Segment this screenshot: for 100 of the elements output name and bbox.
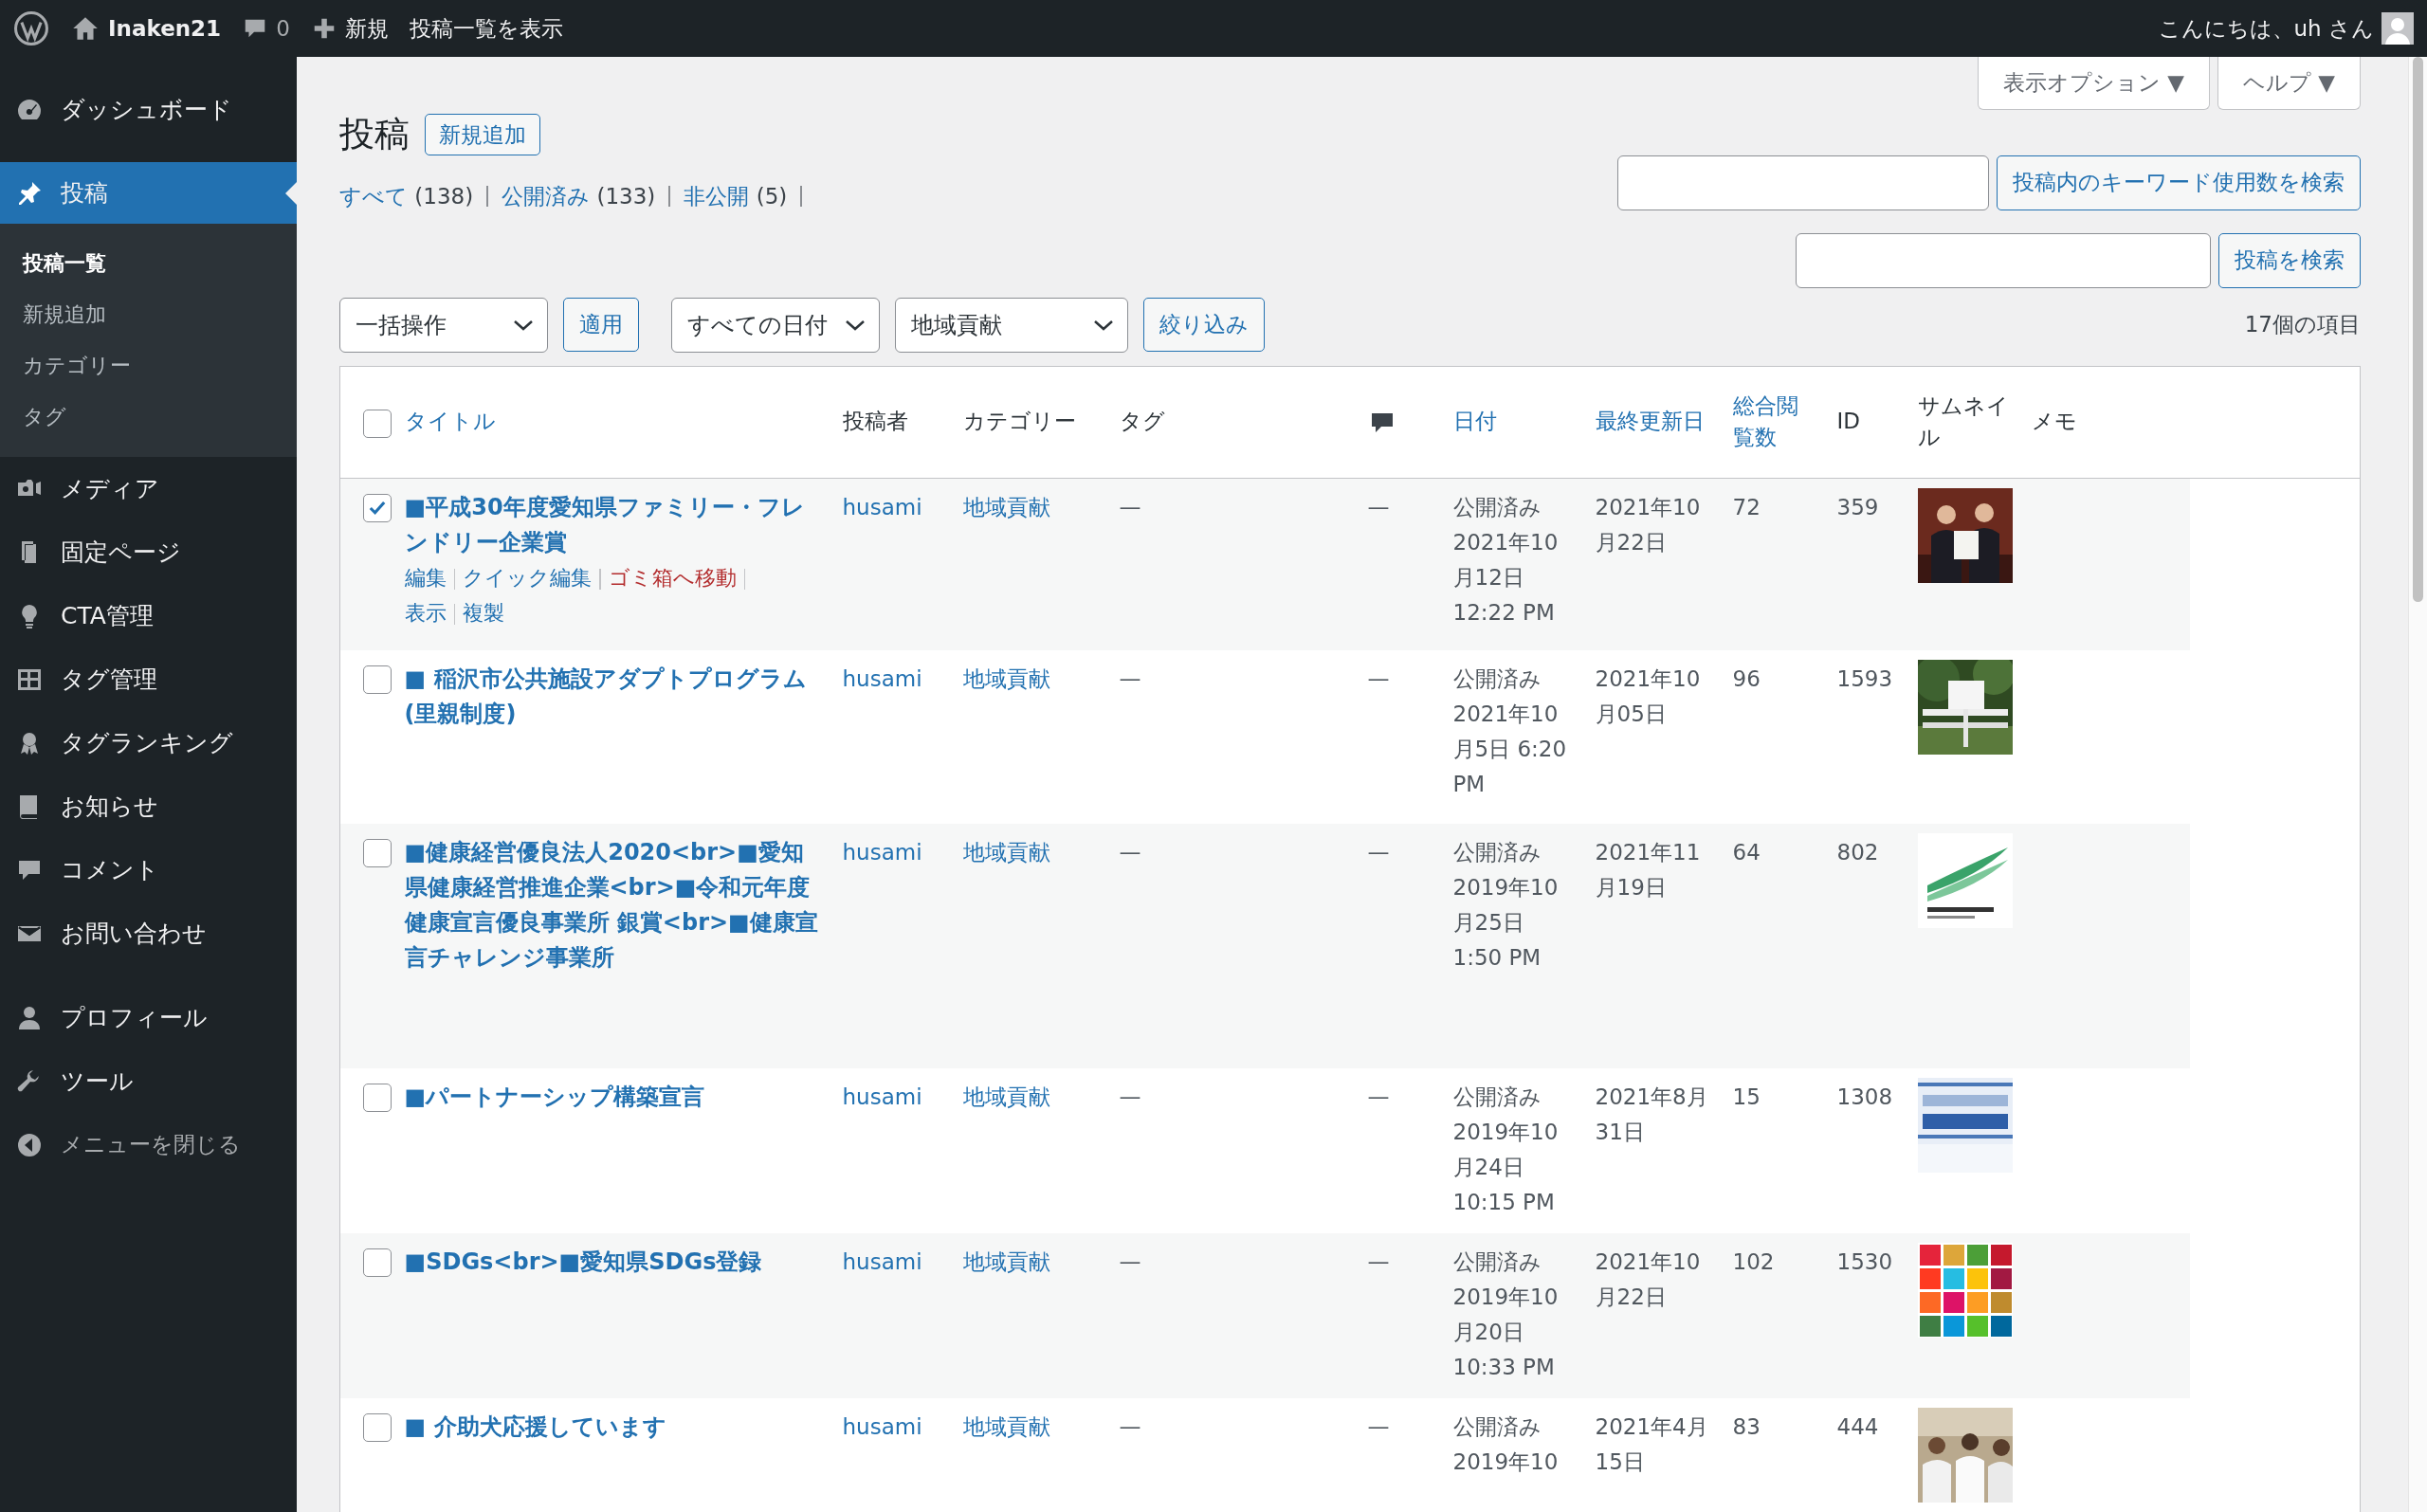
apply-button[interactable]: 適用 xyxy=(563,298,639,352)
menu-item[interactable]: お知らせ xyxy=(0,774,297,838)
post-title-link[interactable]: ■平成30年度愛知県ファミリー・フレンドリー企業賞 xyxy=(404,489,820,560)
category-link[interactable]: 地域貢献 xyxy=(962,1249,1050,1274)
screen-tab[interactable]: ヘルプ ▼ xyxy=(2217,57,2361,110)
table-cell: 444 xyxy=(1836,1414,1879,1439)
submenu-item[interactable]: 投稿一覧 xyxy=(0,237,297,288)
date-line: 月05日 xyxy=(1595,701,1668,728)
row-checkbox[interactable] xyxy=(363,493,392,522)
column-header: メモ xyxy=(2031,409,2077,434)
row-checkbox[interactable] xyxy=(363,665,392,694)
submenu-item[interactable]: 新規追加 xyxy=(0,288,297,339)
date-line: 公開済み xyxy=(1452,1084,1542,1111)
menu-item[interactable]: 投稿 xyxy=(0,162,297,224)
author-link[interactable]: husami xyxy=(842,1249,922,1274)
table-cell: 15 xyxy=(1732,1084,1761,1109)
menu-item[interactable]: ツール xyxy=(0,1049,297,1113)
row-checkbox[interactable] xyxy=(363,1084,392,1112)
author-link[interactable]: husami xyxy=(842,494,922,519)
screen-tab[interactable]: 表示オプション ▼ xyxy=(1978,57,2210,110)
author-link[interactable]: husami xyxy=(842,1084,922,1109)
date-line: 10:33 PM xyxy=(1452,1354,1556,1381)
view-filter[interactable]: 公開済み (133) xyxy=(502,180,656,213)
date-line: 2021年4月 xyxy=(1595,1413,1709,1441)
menu-item[interactable]: プロフィール xyxy=(0,986,297,1049)
chevron-icon xyxy=(1093,318,1114,332)
keyword-search-field[interactable] xyxy=(1617,155,1989,210)
category-filter-select[interactable]: 地域貢献 xyxy=(895,297,1128,353)
row-action-link[interactable]: 編集 xyxy=(404,565,447,590)
table-cell: 72 xyxy=(1732,494,1761,519)
menu-item[interactable]: タグ管理 xyxy=(0,647,297,711)
menu-item[interactable]: メニューを閉じる xyxy=(0,1113,297,1176)
menu-item[interactable]: ダッシュボード xyxy=(0,78,297,141)
scrollbar-thumb[interactable] xyxy=(2413,57,2423,602)
site-link[interactable]: Inaken21 xyxy=(108,11,222,46)
date-line: 2021年11 xyxy=(1595,839,1702,866)
date-line: 2021年10 xyxy=(1452,701,1560,728)
view-posts-link[interactable]: 投稿一覧を表示 xyxy=(409,11,563,46)
row-action-link[interactable]: クイック編集 xyxy=(463,565,592,590)
date-line: PM xyxy=(1452,771,1487,798)
view-filter[interactable]: 非公開 (5) xyxy=(684,180,788,213)
bulk-action-select[interactable]: 一括操作 xyxy=(339,297,548,353)
search-field[interactable] xyxy=(1796,232,2211,288)
column-header-link[interactable]: 総合閲覧数 xyxy=(1732,390,1815,454)
author-link[interactable]: husami xyxy=(842,1414,922,1439)
column-header-link[interactable]: 最終更新日 xyxy=(1595,406,1710,438)
category-link[interactable]: 地域貢献 xyxy=(962,840,1050,865)
category-link[interactable]: 地域貢献 xyxy=(962,1414,1050,1439)
table-cell: — xyxy=(1367,1084,1390,1109)
view-filter[interactable]: すべて (138) xyxy=(339,180,474,213)
search-button[interactable]: 投稿を検索 xyxy=(2218,232,2361,288)
table-cell: — xyxy=(1119,840,1141,865)
table-cell: — xyxy=(1119,1249,1141,1274)
date-line: 月22日 xyxy=(1595,1284,1668,1311)
column-header: タグ xyxy=(1119,409,1165,434)
category-link[interactable]: 地域貢献 xyxy=(962,666,1050,691)
row-checkbox[interactable] xyxy=(363,839,392,867)
chevron-icon xyxy=(513,318,534,332)
date-line: 月25日 xyxy=(1452,909,1525,937)
menu-item[interactable]: タグランキング xyxy=(0,711,297,774)
author-link[interactable]: husami xyxy=(842,666,922,691)
menu-item[interactable]: コメント xyxy=(0,838,297,902)
post-title-link[interactable]: ■ 稲沢市公共施設アダプトプログラム(里親制度) xyxy=(404,662,820,732)
row-action-link[interactable]: ゴミ箱へ移動 xyxy=(608,565,737,590)
date-line: 2019年10 xyxy=(1452,874,1560,902)
table-cell: — xyxy=(1119,494,1141,519)
date-line: 2021年10 xyxy=(1595,665,1702,693)
avatar-icon[interactable] xyxy=(2381,12,2414,45)
add-new-button[interactable]: 新規追加 xyxy=(425,113,540,155)
column-header-link[interactable]: 日付 xyxy=(1452,406,1573,438)
menu-item[interactable]: お問い合わせ xyxy=(0,902,297,965)
table-cell: — xyxy=(1367,666,1390,691)
submenu-item[interactable]: カテゴリー xyxy=(0,339,297,391)
post-title-link[interactable]: ■ 介助犬応援しています xyxy=(404,1410,820,1445)
date-line: 公開済み xyxy=(1452,1413,1542,1441)
column-header-link[interactable]: タイトル xyxy=(404,406,820,438)
scrollbar[interactable] xyxy=(2408,57,2427,1512)
menu-item[interactable]: メディア xyxy=(0,457,297,520)
row-checkbox[interactable] xyxy=(363,1413,392,1442)
select-all-checkbox[interactable] xyxy=(363,410,392,438)
date-line: 月5日 6:20 xyxy=(1452,736,1568,763)
greeting-link[interactable]: こんにちは、uh さん xyxy=(2158,11,2374,46)
date-line: 公開済み xyxy=(1452,493,1542,521)
category-link[interactable]: 地域貢献 xyxy=(962,1084,1050,1109)
row-action-link[interactable]: 表示 xyxy=(404,600,447,625)
menu-item[interactable]: 固定ページ xyxy=(0,520,297,584)
date-filter-select[interactable]: すべての日付 xyxy=(671,297,880,353)
submenu-item[interactable]: タグ xyxy=(0,391,297,442)
wordpress-logo-icon[interactable] xyxy=(13,10,49,46)
table-cell: 83 xyxy=(1732,1414,1761,1439)
date-line: 2019年10 xyxy=(1452,1284,1560,1311)
row-action-link[interactable]: 複製 xyxy=(463,600,504,625)
keyword-search-button[interactable]: 投稿内のキーワード使用数を検索 xyxy=(1997,155,2361,210)
category-link[interactable]: 地域貢献 xyxy=(962,494,1050,519)
new-link[interactable]: 新規 xyxy=(344,11,389,46)
author-link[interactable]: husami xyxy=(842,840,922,865)
menu-item[interactable]: CTA管理 xyxy=(0,584,297,647)
post-title-link[interactable]: ■パートナーシップ構築宣言 xyxy=(404,1080,820,1115)
row-checkbox[interactable] xyxy=(363,1248,392,1277)
filter-button[interactable]: 絞り込み xyxy=(1143,298,1265,352)
